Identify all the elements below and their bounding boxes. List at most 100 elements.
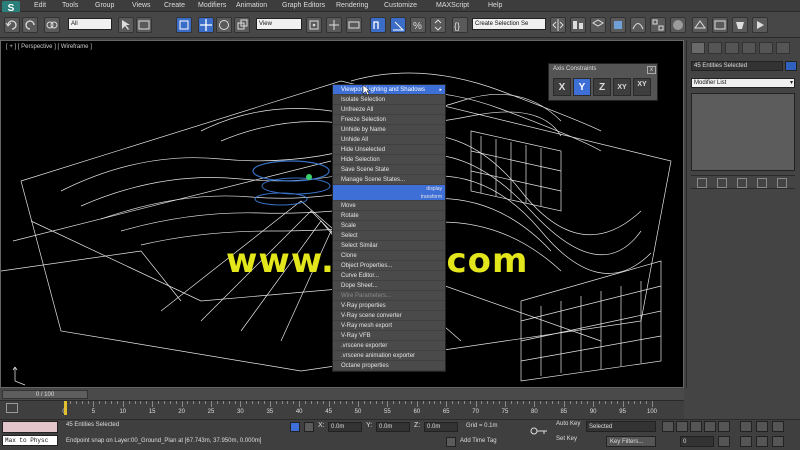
object-color-swatch[interactable]	[785, 61, 797, 71]
edit-named-selection-icon[interactable]: {}	[452, 17, 468, 33]
menu-item-vray-properties[interactable]: V-Ray properties	[333, 301, 445, 311]
current-frame-field[interactable]: 0	[680, 436, 714, 447]
zoom-all-icon[interactable]	[756, 421, 768, 432]
reference-coordinate-select[interactable]: View	[256, 18, 302, 30]
menu-item-octane-properties[interactable]: Octane properties	[333, 361, 445, 371]
show-end-result-icon[interactable]	[717, 178, 727, 188]
hierarchy-tab-icon[interactable]	[725, 42, 739, 54]
menu-item-select[interactable]: Select	[333, 231, 445, 241]
modifier-list-dropdown[interactable]: Modifier List ▾	[691, 78, 795, 88]
render-production-icon[interactable]	[732, 17, 748, 33]
menu-item-viewport-lighting-shadows[interactable]: Viewport Lighting and Shadows ▸	[333, 85, 445, 95]
set-key-button[interactable]: Set Key	[556, 436, 577, 442]
axis-xy-button[interactable]: XY	[613, 78, 631, 96]
select-manipulate-icon[interactable]	[326, 17, 342, 33]
zoom-icon[interactable]	[740, 421, 752, 432]
absolute-mode-icon[interactable]	[304, 422, 314, 432]
current-frame-marker[interactable]	[64, 401, 67, 415]
play-icon[interactable]	[690, 421, 702, 432]
menu-item-manage-scene-states[interactable]: Manage Scene States...	[333, 175, 445, 185]
select-object-icon[interactable]	[118, 17, 134, 33]
menu-item-dope-sheet[interactable]: Dope Sheet...	[333, 281, 445, 291]
percent-snap-icon[interactable]: %	[410, 17, 426, 33]
menu-item-curve-editor[interactable]: Curve Editor...	[333, 271, 445, 281]
menu-item-isolate-selection[interactable]: Isolate Selection	[333, 95, 445, 105]
menu-item-clone[interactable]: Clone	[333, 251, 445, 261]
pivot-center-icon[interactable]	[306, 17, 322, 33]
remove-modifier-icon[interactable]	[757, 178, 767, 188]
track-bar[interactable]: 0510152025303540455055606570758085909510…	[0, 400, 684, 419]
add-time-tag-label[interactable]: Add Time Tag	[460, 438, 497, 444]
menu-item-save-scene-state[interactable]: Save Scene State	[333, 165, 445, 175]
move-icon[interactable]	[198, 17, 214, 33]
menu-create[interactable]: Create	[164, 2, 185, 9]
menu-item-object-properties[interactable]: Object Properties...	[333, 261, 445, 271]
render-iterative-icon[interactable]	[752, 17, 768, 33]
motion-tab-icon[interactable]	[742, 42, 756, 54]
key-icon[interactable]	[530, 426, 548, 436]
menu-item-unfreeze-all[interactable]: Unfreeze All	[333, 105, 445, 115]
configure-modifier-sets-icon[interactable]	[777, 178, 787, 188]
create-tab-icon[interactable]	[691, 42, 705, 54]
z-coord-field[interactable]: 0.0m	[424, 422, 458, 432]
menu-graph-editors[interactable]: Graph Editors	[282, 2, 325, 9]
menu-animation[interactable]: Animation	[236, 2, 267, 9]
menu-views[interactable]: Views	[132, 2, 151, 9]
window-crossing-icon[interactable]	[176, 17, 192, 33]
snap-toggle-icon[interactable]	[370, 17, 386, 33]
redo-icon[interactable]	[22, 17, 38, 33]
menu-item-select-similar[interactable]: Select Similar	[333, 241, 445, 251]
axis-x-button[interactable]: X	[553, 78, 571, 96]
menu-customize[interactable]: Customize	[384, 2, 417, 9]
angle-snap-icon[interactable]	[390, 17, 406, 33]
link-icon[interactable]	[44, 17, 60, 33]
undo-icon[interactable]	[4, 17, 20, 33]
menu-item-unhide-by-name[interactable]: Unhide by Name	[333, 125, 445, 135]
orbit-icon[interactable]	[772, 436, 784, 447]
time-slider[interactable]: 0 / 100	[0, 389, 684, 400]
previous-frame-icon[interactable]	[676, 421, 688, 432]
axis-y-button[interactable]: Y	[573, 78, 591, 96]
object-name-field[interactable]: 45 Entities Selected	[691, 61, 783, 71]
modifier-stack[interactable]	[691, 93, 795, 171]
menu-item-freeze-selection[interactable]: Freeze Selection	[333, 115, 445, 125]
go-to-end-icon[interactable]	[718, 421, 730, 432]
x-coord-field[interactable]: 0.0m	[328, 422, 362, 432]
maxscript-listener-output[interactable]: Max to Physc	[2, 435, 58, 446]
menu-item-move[interactable]: Move	[333, 201, 445, 211]
align-icon[interactable]	[570, 17, 586, 33]
menu-item-vray-vfb[interactable]: V-Ray VFB	[333, 331, 445, 341]
menu-item-vray-scene-converter[interactable]: V-Ray scene converter	[333, 311, 445, 321]
pin-stack-icon[interactable]	[697, 178, 707, 188]
pan-icon[interactable]	[756, 436, 768, 447]
key-filters-button[interactable]: Key Filters...	[606, 436, 656, 447]
menu-rendering[interactable]: Rendering	[336, 2, 368, 9]
menu-item-unhide-all[interactable]: Unhide All	[333, 135, 445, 145]
y-coord-field[interactable]: 0.0m	[376, 422, 410, 432]
time-configuration-icon[interactable]	[718, 436, 730, 447]
auto-key-button[interactable]: Auto Key	[556, 421, 580, 427]
schematic-view-icon[interactable]	[650, 17, 666, 33]
menu-item-scale[interactable]: Scale	[333, 221, 445, 231]
maxscript-listener-input[interactable]	[2, 421, 58, 433]
make-unique-icon[interactable]	[737, 178, 747, 188]
key-mode-select[interactable]: Selected	[586, 421, 656, 432]
material-editor-icon[interactable]	[670, 17, 686, 33]
modify-tab-icon[interactable]	[708, 42, 722, 54]
field-of-view-icon[interactable]	[740, 436, 752, 447]
menu-group[interactable]: Group	[95, 2, 114, 9]
close-icon[interactable]: x	[647, 66, 656, 74]
utilities-tab-icon[interactable]	[776, 42, 790, 54]
add-time-tag-icon[interactable]	[446, 437, 456, 447]
menu-item-vrscene-animation-exporter[interactable]: .vrscene animation exporter	[333, 351, 445, 361]
mirror-icon[interactable]	[550, 17, 566, 33]
menu-item-hide-unselected[interactable]: Hide Unselected	[333, 145, 445, 155]
menu-item-hide-selection[interactable]: Hide Selection	[333, 155, 445, 165]
menu-item-vrscene-exporter[interactable]: .vrscene exporter	[333, 341, 445, 351]
scale-icon[interactable]	[234, 17, 250, 33]
graphite-tools-icon[interactable]	[610, 17, 626, 33]
time-slider-knob[interactable]: 0 / 100	[2, 390, 88, 399]
rendered-frame-window-icon[interactable]	[712, 17, 728, 33]
menu-maxscript[interactable]: MAXScript	[436, 2, 469, 9]
menu-tools[interactable]: Tools	[62, 2, 78, 9]
